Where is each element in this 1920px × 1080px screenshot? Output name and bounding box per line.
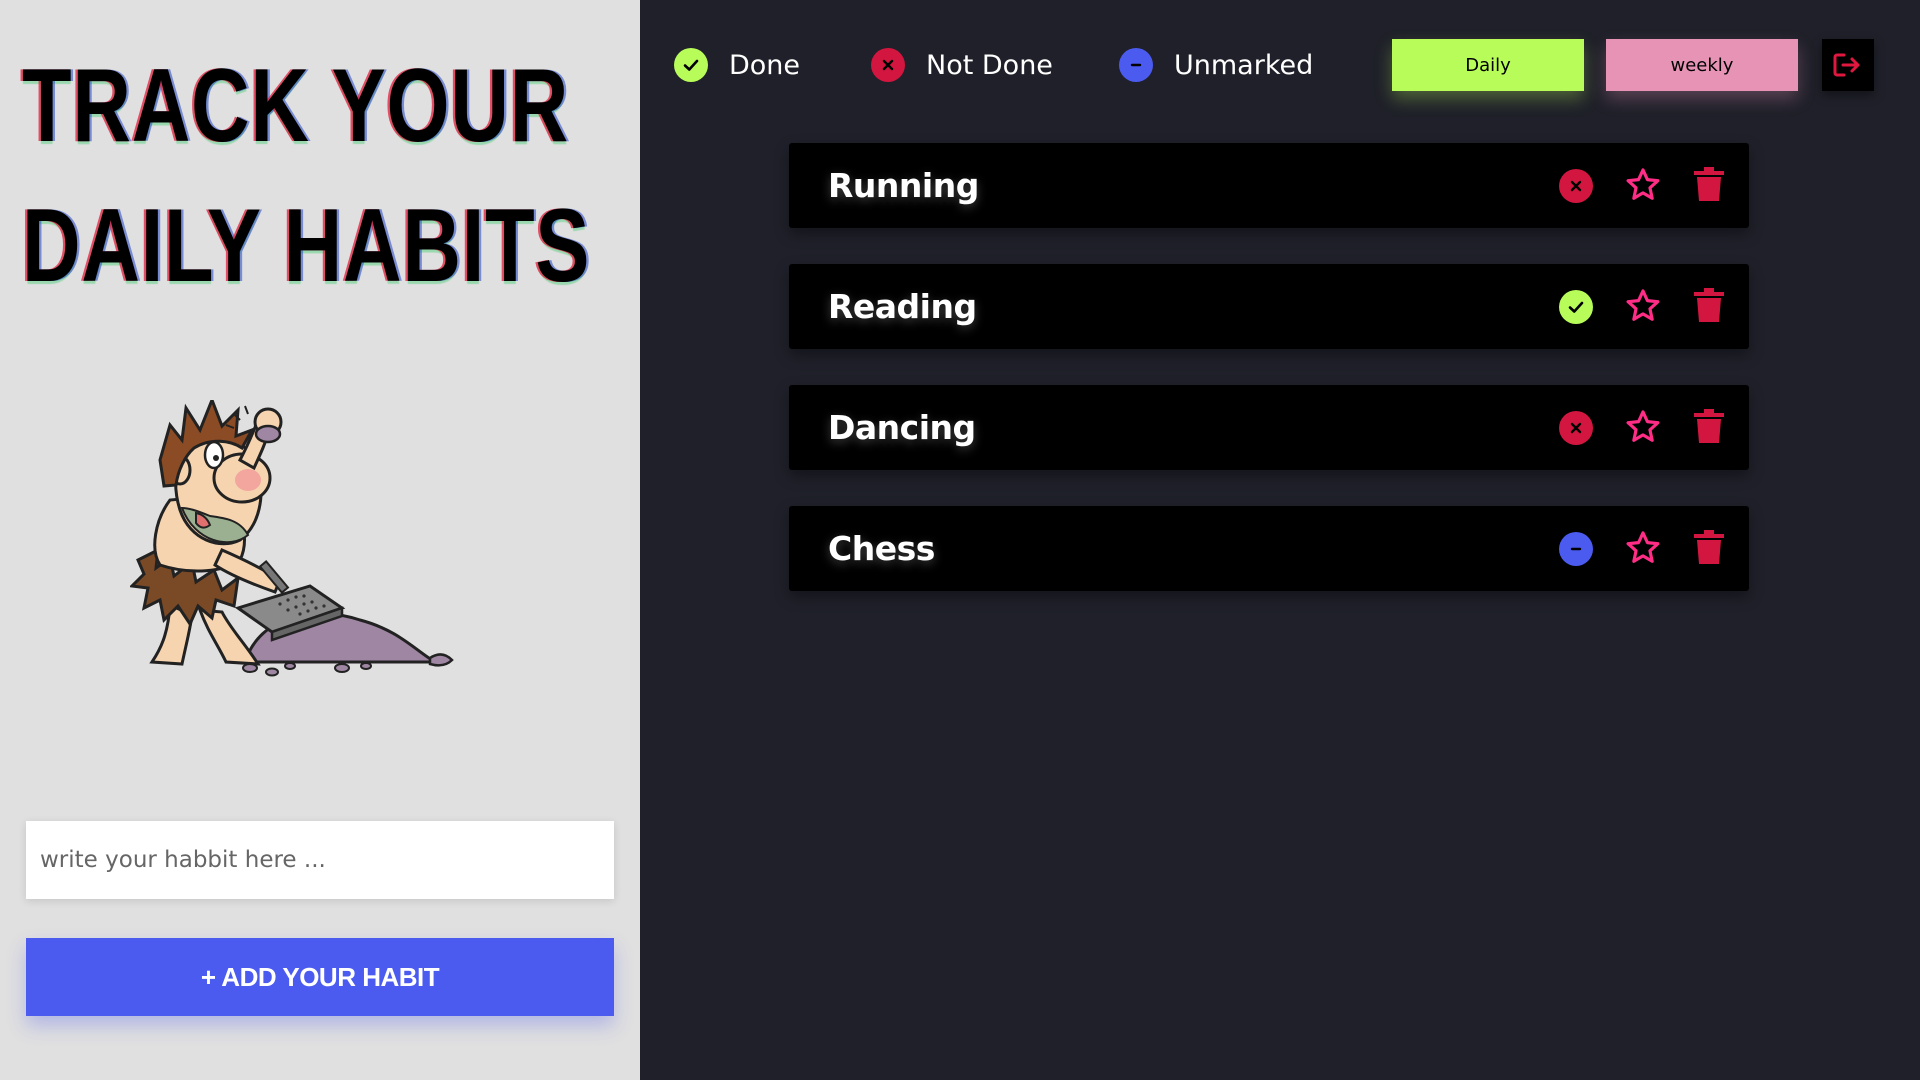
habit-input[interactable] [26,821,614,899]
logout-icon [1833,53,1860,77]
weekly-view-button[interactable]: weekly [1606,39,1798,91]
trash-icon[interactable] [1693,408,1725,444]
habit-card-running: Running [789,143,1749,228]
check-circle-icon [674,48,708,82]
legend-not-done-label: Not Done [926,49,1053,81]
habit-name: Reading [828,287,977,326]
habit-name: Dancing [828,408,976,447]
habit-name: Running [828,166,979,205]
x-circle-icon [871,48,905,82]
left-panel: TRACK YOUR DAILY HABITS write your habbi… [0,0,640,1080]
caveman-illustration [130,400,454,677]
legend-unmarked-label: Unmarked [1174,49,1314,81]
daily-view-button[interactable]: Daily [1392,39,1584,91]
minus-circle-icon[interactable] [1559,532,1593,566]
add-habit-button[interactable]: + ADD YOUR HABIT [26,938,614,1016]
star-icon[interactable] [1624,529,1662,567]
check-circle-icon[interactable] [1559,290,1593,324]
trash-icon[interactable] [1693,287,1725,323]
trash-icon[interactable] [1693,166,1725,202]
trash-icon[interactable] [1693,529,1725,565]
legend-done: Done [674,46,800,84]
logout-button[interactable] [1822,39,1874,91]
x-circle-icon[interactable] [1559,411,1593,445]
habit-card-reading: Reading [789,264,1749,349]
legend-unmarked: Unmarked [1119,46,1313,84]
legend-not-done: Not Done [871,46,1053,84]
minus-circle-icon [1119,48,1153,82]
x-circle-icon[interactable] [1559,169,1593,203]
page-title: TRACK YOUR DAILY HABITS [22,36,590,316]
star-icon[interactable] [1624,287,1662,325]
legend-done-label: Done [729,49,801,81]
habit-card-dancing: Dancing [789,385,1749,470]
habit-name: Chess [828,529,935,568]
star-icon[interactable] [1624,408,1662,446]
title-line-2: DAILY HABITS [22,188,591,304]
habit-card-chess: Chess [789,506,1749,591]
title-line-1: TRACK YOUR [22,48,570,164]
star-icon[interactable] [1624,166,1662,204]
